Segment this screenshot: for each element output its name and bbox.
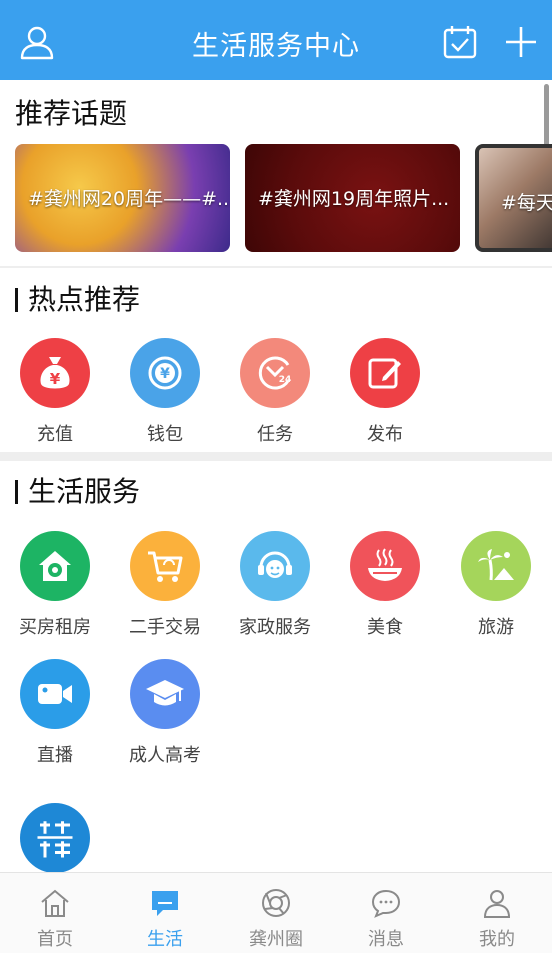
life-item-housing[interactable]: 买房租房 bbox=[5, 531, 105, 639]
procuratorate-logo bbox=[20, 803, 90, 873]
life-icon-circle bbox=[350, 531, 420, 601]
life-icon-circle bbox=[20, 531, 90, 601]
message-icon bbox=[371, 889, 401, 918]
divider bbox=[0, 266, 552, 268]
money-bag-icon: ¥ bbox=[40, 357, 70, 389]
life-icon-circle bbox=[130, 531, 200, 601]
tab-label: 首页 bbox=[37, 929, 73, 950]
headset-person-icon bbox=[258, 551, 292, 578]
topics-title: 推荐话题 bbox=[15, 97, 128, 130]
tab-me[interactable]: 我的 bbox=[442, 873, 552, 953]
hot-icon-circle bbox=[350, 338, 420, 408]
report-logo-icon bbox=[32, 817, 78, 863]
life-icon-circle bbox=[130, 659, 200, 729]
palm-tree-icon bbox=[478, 549, 514, 581]
tab-home[interactable]: 首页 bbox=[0, 873, 110, 953]
life-item-secondhand[interactable]: 二手交易 bbox=[115, 531, 215, 639]
tab-gongzhou-circle[interactable]: 龚州圈 bbox=[221, 873, 331, 953]
svg-text:¥: ¥ bbox=[160, 366, 170, 382]
hot-item-wallet[interactable]: ¥ 钱包 bbox=[115, 338, 215, 446]
chat-icon bbox=[152, 891, 178, 916]
life-title: 生活服务 bbox=[15, 470, 140, 510]
life-item-procuratorate-report[interactable] bbox=[5, 803, 105, 873]
tab-messages[interactable]: 消息 bbox=[331, 873, 441, 953]
tab-label: 生活 bbox=[147, 929, 183, 950]
topic-label: #龚州网20周年——#... bbox=[28, 188, 230, 210]
bottom-tab-bar: 首页 生活 龚州圈 消息 我的 bbox=[0, 872, 552, 953]
topics-carousel[interactable]: #龚州网20周年——#... #龚州网19周年照片... #每天 bbox=[15, 144, 552, 252]
topic-label: #每天 bbox=[501, 192, 552, 214]
life-item-housekeeping[interactable]: 家政服务 bbox=[225, 531, 325, 639]
life-item-label: 买房租房 bbox=[19, 617, 91, 638]
tab-life[interactable]: 生活 bbox=[110, 873, 220, 953]
hot-icon-circle: 24 bbox=[240, 338, 310, 408]
hot-item-recharge[interactable]: ¥ 充值 bbox=[5, 338, 105, 446]
hot-icon-circle: ¥ bbox=[20, 338, 90, 408]
hot-item-task[interactable]: 24 任务 bbox=[225, 338, 325, 446]
hot-icon-circle: ¥ bbox=[130, 338, 200, 408]
svg-text:24: 24 bbox=[279, 375, 292, 385]
hot-item-publish[interactable]: 发布 bbox=[335, 338, 435, 446]
yuan-coin-icon: ¥ bbox=[148, 356, 182, 390]
life-item-live[interactable]: 直播 bbox=[5, 659, 105, 767]
life-item-label: 美食 bbox=[367, 617, 403, 638]
tab-label: 龚州圈 bbox=[249, 929, 303, 950]
cart-icon bbox=[148, 551, 183, 582]
tab-label: 我的 bbox=[479, 929, 515, 950]
life-icon-circle bbox=[240, 531, 310, 601]
life-item-adult-exam[interactable]: 成人高考 bbox=[115, 659, 215, 767]
svg-text:¥: ¥ bbox=[50, 370, 61, 388]
life-item-food[interactable]: 美食 bbox=[335, 531, 435, 639]
aperture-icon bbox=[262, 889, 290, 917]
hot-title: 热点推荐 bbox=[15, 278, 140, 318]
hot-item-label: 任务 bbox=[257, 424, 293, 445]
life-item-label: 旅游 bbox=[478, 617, 514, 638]
topic-label: #龚州网19周年照片... bbox=[258, 188, 450, 210]
plus-icon[interactable] bbox=[503, 24, 539, 60]
life-icon-circle bbox=[20, 659, 90, 729]
life-item-label: 家政服务 bbox=[239, 617, 311, 638]
hot-item-label: 钱包 bbox=[147, 424, 183, 445]
tab-label: 消息 bbox=[368, 929, 404, 950]
topic-card[interactable]: #龚州网19周年照片... bbox=[245, 144, 460, 252]
life-item-travel[interactable]: 旅游 bbox=[446, 531, 546, 639]
life-item-label: 直播 bbox=[37, 745, 73, 766]
life-icon-circle bbox=[461, 531, 531, 601]
graduation-cap-icon bbox=[146, 680, 184, 706]
person-icon bbox=[483, 890, 511, 918]
life-item-label: 成人高考 bbox=[129, 745, 201, 766]
clock-24-icon: 24 bbox=[258, 356, 292, 390]
video-camera-icon bbox=[38, 684, 72, 704]
bowl-icon bbox=[368, 548, 402, 581]
life-item-label: 二手交易 bbox=[129, 617, 201, 638]
header-bar: 生活服务中心 bbox=[0, 0, 552, 80]
edit-icon bbox=[368, 358, 401, 389]
hot-item-label: 发布 bbox=[367, 424, 403, 445]
divider bbox=[0, 452, 552, 461]
topic-card[interactable]: #龚州网20周年——#... bbox=[15, 144, 230, 252]
house-icon bbox=[39, 551, 71, 581]
hot-item-label: 充值 bbox=[37, 424, 73, 445]
calendar-check-icon[interactable] bbox=[442, 24, 478, 60]
home-icon bbox=[41, 889, 69, 917]
topic-card[interactable]: #每天 bbox=[475, 144, 552, 252]
